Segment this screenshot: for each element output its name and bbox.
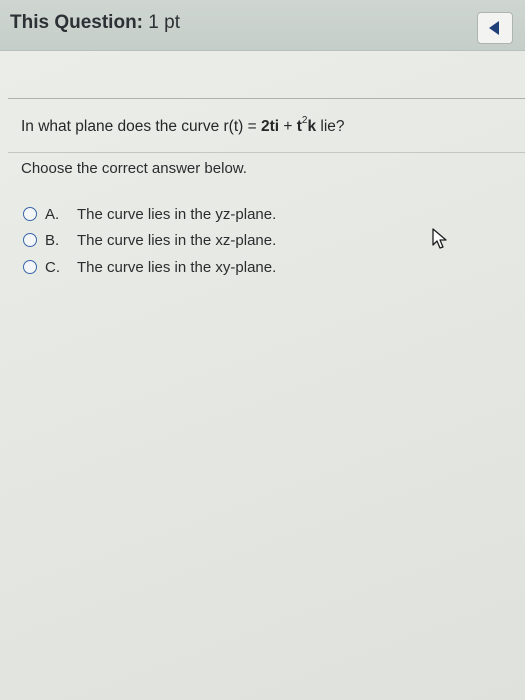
answer-option-a[interactable]: A. The curve lies in the yz-plane. bbox=[23, 203, 276, 225]
question-suffix: lie? bbox=[316, 118, 345, 136]
question-plus: + bbox=[279, 118, 297, 136]
instruction-text: Choose the correct answer below. bbox=[21, 160, 247, 177]
option-letter-c: C. bbox=[45, 258, 60, 276]
option-letter-b: B. bbox=[45, 231, 60, 249]
option-text-b: The curve lies in the xz-plane. bbox=[77, 231, 277, 249]
question-prefix: In what plane does the curve r(t) = bbox=[21, 118, 261, 136]
answer-option-c[interactable]: C. The curve lies in the xy-plane. bbox=[23, 256, 276, 278]
mouse-pointer-icon bbox=[432, 228, 447, 249]
answer-option-b[interactable]: B. The curve lies in the xz-plane. bbox=[23, 229, 276, 251]
question-header: This Question: 1 pt bbox=[0, 0, 525, 51]
divider-question bbox=[8, 152, 525, 153]
option-text-c: The curve lies in the xy-plane. bbox=[77, 258, 277, 276]
option-letter-a: A. bbox=[45, 205, 60, 223]
radio-button-c[interactable] bbox=[23, 260, 37, 274]
radio-button-b[interactable] bbox=[23, 233, 37, 247]
question-exponent: 2 bbox=[301, 115, 308, 126]
divider-top bbox=[8, 98, 525, 99]
question-term-2ti: 2ti bbox=[260, 118, 280, 136]
title-label: This Question: bbox=[10, 12, 143, 33]
previous-question-button[interactable] bbox=[477, 12, 513, 44]
question-text: In what plane does the curve r(t) = 2ti … bbox=[21, 115, 345, 136]
option-text-a: The curve lies in the yz-plane. bbox=[77, 205, 277, 223]
radio-button-a[interactable] bbox=[23, 207, 37, 221]
title-points: 1 pt bbox=[148, 12, 180, 33]
left-triangle-icon bbox=[489, 21, 499, 35]
question-points-title: This Question: 1 pt bbox=[10, 12, 180, 34]
question-term-k: k bbox=[307, 118, 317, 136]
